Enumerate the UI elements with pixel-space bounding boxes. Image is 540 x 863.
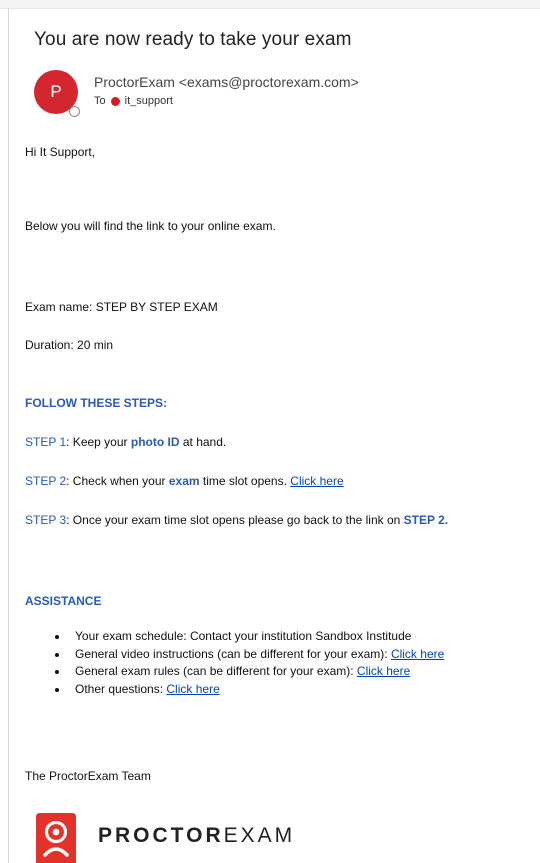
- proctorexam-logo-icon: [36, 813, 76, 863]
- assistance-text: Your exam schedule: Contact your institu…: [75, 629, 412, 643]
- step-2-text-end: time slot opens.: [199, 474, 291, 488]
- video-instructions-link[interactable]: Click here: [391, 647, 444, 661]
- brand-light: EXAM: [223, 824, 296, 847]
- email-subject: You are now ready to take your exam: [34, 29, 352, 50]
- greeting: Hi It Support,: [25, 145, 96, 159]
- list-item: Other questions: Click here: [69, 681, 444, 699]
- assistance-list: Your exam schedule: Contact your institu…: [25, 628, 444, 698]
- assistance-text: Other questions:: [75, 681, 167, 696]
- photo-id-highlight: photo ID: [130, 435, 180, 449]
- step-1: STEP 1: Keep your photo ID at hand.: [25, 435, 226, 449]
- assistance-text: General video instructions (can be diffe…: [75, 646, 391, 661]
- list-item: General video instructions (can be diffe…: [69, 646, 444, 664]
- assistance-heading: ASSISTANCE: [25, 594, 102, 608]
- steps-heading: FOLLOW THESE STEPS:: [25, 396, 168, 410]
- recipient-line: To it_support: [94, 95, 173, 107]
- step-1-label: STEP 1: [25, 435, 67, 449]
- step-3-label: STEP 3: [25, 513, 67, 527]
- step-2-label: STEP 2: [25, 474, 67, 488]
- step-1-text: : Keep your: [66, 435, 131, 449]
- signoff: The ProctorExam Team: [25, 769, 151, 783]
- to-label: To: [94, 95, 106, 107]
- exam-rules-link[interactable]: Click here: [357, 664, 410, 678]
- step-2: STEP 2: Check when your exam time slot o…: [25, 474, 344, 488]
- other-questions-link[interactable]: Click here: [166, 682, 219, 696]
- sender-address[interactable]: ProctorExam <exams@proctorexam.com>: [94, 74, 359, 90]
- list-item: Your exam schedule: Contact your institu…: [69, 628, 444, 646]
- presence-status-icon: [69, 106, 80, 117]
- exam-highlight: exam: [168, 474, 200, 488]
- step-3: STEP 3: Once your exam time slot opens p…: [25, 513, 448, 527]
- list-item: General exam rules (can be different for…: [69, 663, 444, 681]
- step-2-reference: STEP 2.: [403, 513, 449, 527]
- brand-bold: PROCTOR: [98, 824, 224, 847]
- intro-text: Below you will find the link to your onl…: [25, 219, 276, 233]
- exam-duration: Duration: 20 min: [25, 338, 114, 352]
- step-1-text-end: at hand.: [179, 435, 227, 449]
- exam-name: Exam name: STEP BY STEP EXAM: [25, 300, 218, 314]
- recipient-status-icon: [110, 96, 120, 106]
- step-2-click-here-link[interactable]: Click here: [290, 474, 343, 488]
- step-2-text: : Check when your: [66, 474, 169, 488]
- top-strip: [0, 0, 540, 9]
- recipient-name[interactable]: it_support: [125, 95, 173, 107]
- reading-pane-border: [8, 8, 9, 863]
- step-3-text: : Once your exam time slot opens please …: [66, 513, 404, 527]
- brand-wordmark: PROCTOREXAM: [98, 824, 295, 848]
- assistance-text: General exam rules (can be different for…: [75, 664, 357, 678]
